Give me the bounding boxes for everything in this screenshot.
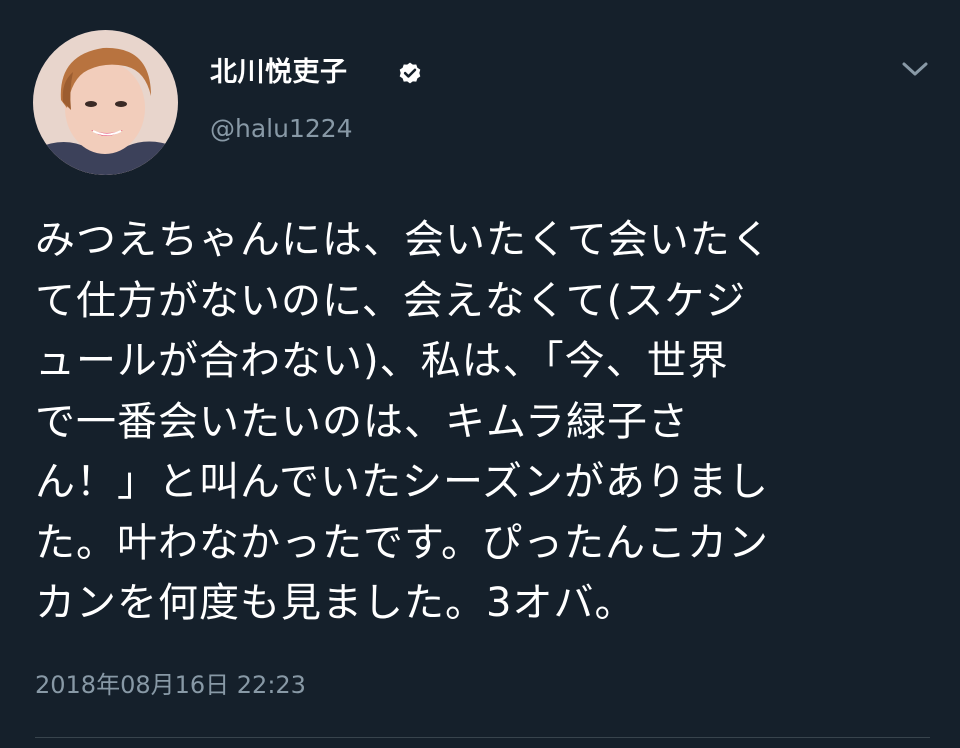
verified-badge-icon [399, 62, 421, 84]
tweet-text-line: ん！」と叫んでいたシーズンがありまし [35, 459, 769, 505]
tweet-card: 北川悦吏子 @halu1224 みつえちゃんには、会いたくて会いたく て仕方がな… [0, 0, 960, 748]
author-avatar[interactable] [33, 30, 178, 175]
tweet-text: みつえちゃんには、会いたくて会いたく て仕方がないのに、会えなくて(スケジ ュー… [35, 210, 930, 634]
tweet-text-line: カンを何度も見ました。3オバ。 [35, 580, 636, 626]
tweet-text-line: みつえちゃんには、会いたくて会いたく [35, 217, 772, 263]
author-name[interactable]: 北川悦吏子 [210, 55, 348, 91]
avatar-photo-icon [33, 30, 178, 175]
divider [35, 737, 930, 738]
tweet-timestamp[interactable]: 2018年08月16日 22:23 [35, 668, 306, 702]
tweet-text-line: で一番会いたいのは、キムラ緑子さ [35, 398, 689, 445]
chevron-down-icon[interactable] [897, 56, 933, 82]
author-handle[interactable]: @halu1224 [210, 112, 353, 146]
tweet-text-line: た。叶わなかったです。ぴったんこカン [35, 519, 769, 566]
tweet-text-line: ュールが合わない)、私は、「今、世界 [35, 338, 729, 384]
tweet-text-line: て仕方がないのに、会えなくて(スケジ [35, 277, 747, 324]
